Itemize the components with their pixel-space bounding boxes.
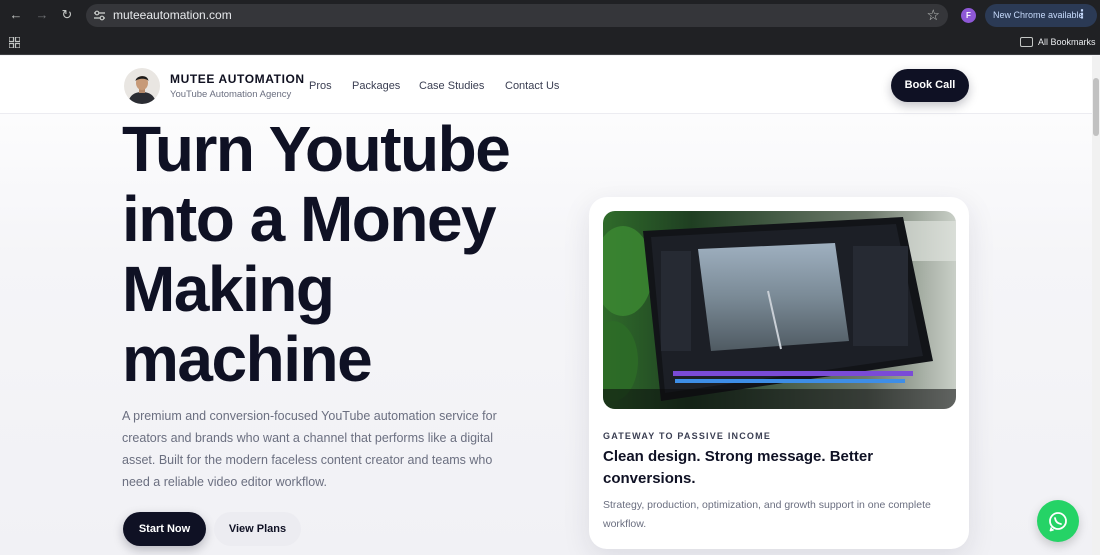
kebab-menu-icon[interactable]: ⋮ — [1076, 7, 1088, 21]
feature-card: GATEWAY TO PASSIVE INCOME Clean design. … — [589, 197, 969, 549]
hero-title-line: Turn Youtube — [122, 113, 511, 185]
site-header: MUTEE AUTOMATION YouTube Automation Agen… — [0, 56, 1092, 114]
card-heading: Clean design. Strong message. Better con… — [603, 448, 874, 487]
page-scrollbar[interactable] — [1092, 56, 1100, 555]
book-call-button[interactable]: Book Call — [891, 69, 969, 102]
apps-grid-icon[interactable] — [9, 37, 20, 48]
start-now-button[interactable]: Start Now — [123, 512, 206, 546]
nav-link-pros[interactable]: Pros — [309, 80, 332, 92]
card-eyebrow: GATEWAY TO PASSIVE INCOME — [603, 431, 772, 441]
hero-title: Turn Youtube into a Money Making machine — [122, 114, 562, 394]
chrome-update-label: New Chrome available — [993, 10, 1084, 20]
scrollbar-thumb[interactable] — [1093, 78, 1099, 136]
all-bookmarks-link[interactable]: All Bookmarks — [1038, 37, 1096, 47]
url-text[interactable]: muteeautomation.com — [113, 8, 232, 22]
forward-icon[interactable]: → — [34, 7, 50, 23]
hero-title-line: Making — [122, 253, 335, 325]
nav-link-contact-us[interactable]: Contact Us — [505, 80, 559, 92]
page-viewport: MUTEE AUTOMATION YouTube Automation Agen… — [0, 56, 1092, 555]
whatsapp-icon — [1049, 512, 1067, 532]
whatsapp-chat-button[interactable] — [1037, 500, 1079, 542]
browser-toolbar: ← → ↻ muteeautomation.com ☆ F New Chrome… — [0, 0, 1100, 31]
avatar[interactable] — [124, 68, 160, 104]
folder-icon[interactable] — [1020, 37, 1033, 47]
hero-title-line: into a Money — [122, 183, 497, 255]
bookmark-star-icon[interactable]: ☆ — [927, 6, 940, 24]
nav-link-case-studies[interactable]: Case Studies — [419, 80, 484, 92]
card-body: Strategy, production, optimization, and … — [603, 499, 931, 530]
brand-name[interactable]: MUTEE AUTOMATION — [170, 72, 305, 86]
laptop-editing-image — [603, 211, 956, 409]
view-plans-button[interactable]: View Plans — [214, 512, 301, 546]
nav-link-packages[interactable]: Packages — [352, 80, 400, 92]
address-bar[interactable]: muteeautomation.com ☆ — [86, 4, 948, 27]
site-info-icon[interactable] — [93, 9, 106, 22]
bookmarks-bar: All Bookmarks — [0, 31, 1100, 55]
hero-description: A premium and conversion-focused YouTube… — [122, 409, 497, 489]
chrome-update-button[interactable]: New Chrome available ⋮ — [985, 4, 1097, 27]
reload-icon[interactable]: ↻ — [59, 7, 75, 23]
back-icon[interactable]: ← — [8, 7, 24, 23]
profile-avatar[interactable]: F — [961, 8, 976, 23]
brand-tagline: YouTube Automation Agency — [170, 89, 292, 100]
hero-title-line: machine — [122, 323, 373, 395]
